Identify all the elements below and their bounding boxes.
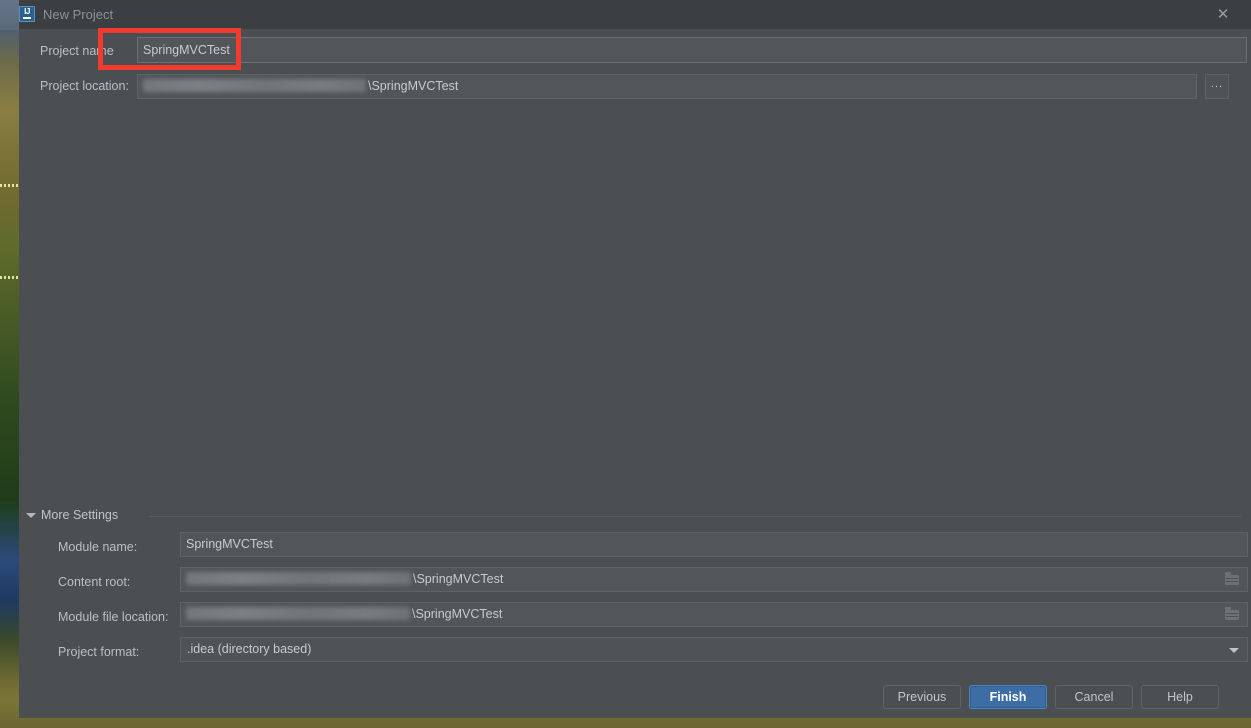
content-root-browse-button[interactable] <box>1222 570 1244 590</box>
module-file-location-label: Module file location: <box>58 610 168 624</box>
section-divider <box>149 516 1241 517</box>
project-format-value: .idea (directory based) <box>187 642 311 656</box>
folder-icon <box>1225 610 1239 620</box>
previous-button[interactable]: Previous <box>883 685 961 709</box>
more-settings-section: More Settings <box>19 507 1251 525</box>
more-settings-label[interactable]: More Settings <box>41 508 118 522</box>
content-root-input[interactable]: \SpringMVCTest <box>180 567 1248 592</box>
help-button[interactable]: Help <box>1141 685 1219 709</box>
module-name-input[interactable]: SpringMVCTest <box>180 532 1248 557</box>
module-file-location-suffix: \SpringMVCTest <box>412 607 502 621</box>
project-location-input[interactable]: \SpringMVCTest <box>137 74 1197 99</box>
wallpaper-detail <box>0 184 20 187</box>
module-file-location-browse-button[interactable] <box>1222 605 1244 625</box>
project-format-select[interactable]: .idea (directory based) <box>180 637 1248 662</box>
project-name-label: Project name <box>40 44 114 58</box>
content-root-suffix: \SpringMVCTest <box>413 572 503 586</box>
chevron-down-icon <box>1229 648 1239 653</box>
project-format-label: Project format: <box>58 645 139 659</box>
wallpaper-detail <box>0 276 20 279</box>
project-name-input[interactable]: SpringMVCTest <box>137 37 1247 63</box>
close-icon[interactable]: ✕ <box>1210 4 1236 26</box>
redacted-path <box>186 607 410 620</box>
project-location-label: Project location: <box>40 79 129 93</box>
new-project-dialog: IJ New Project ✕ Project name SpringMVCT… <box>19 0 1251 718</box>
cancel-button[interactable]: Cancel <box>1055 685 1133 709</box>
finish-button[interactable]: Finish <box>969 685 1047 709</box>
redacted-path <box>186 572 411 585</box>
module-file-location-input[interactable]: \SpringMVCTest <box>180 602 1248 627</box>
project-location-browse-button[interactable]: ... <box>1205 74 1229 99</box>
intellij-idea-logo-icon: IJ <box>19 6 35 22</box>
dialog-titlebar: IJ New Project ✕ <box>19 0 1251 29</box>
project-location-suffix: \SpringMVCTest <box>368 79 458 93</box>
folder-icon <box>1225 575 1239 585</box>
dialog-title: New Project <box>43 7 113 22</box>
content-root-label: Content root: <box>58 575 130 589</box>
module-name-label: Module name: <box>58 540 137 554</box>
chevron-down-icon[interactable] <box>26 513 36 518</box>
redacted-path <box>143 79 366 92</box>
